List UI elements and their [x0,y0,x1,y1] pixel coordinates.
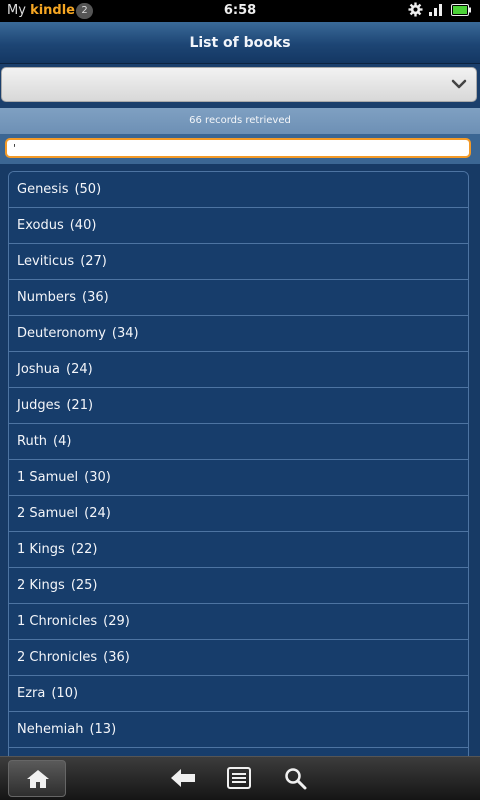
chapter-count: (10) [51,686,79,701]
chevron-down-icon [451,79,467,89]
book-name: 2 Kings [17,578,65,593]
battery-icon [451,4,471,16]
book-name: Leviticus [17,254,75,269]
book-list-item[interactable]: Ezra (10) [9,676,468,712]
book-list-item[interactable]: 1 Samuel (30) [9,460,468,496]
book-list-item[interactable]: 1 Chronicles (29) [9,604,468,640]
book-list-item[interactable]: Genesis (50) [9,172,468,208]
book-name: Genesis [17,182,69,197]
book-list-item[interactable]: Leviticus (27) [9,244,468,280]
chapter-count: (27) [80,254,107,269]
search-icon[interactable] [283,766,307,790]
chapter-count: (21) [66,398,94,413]
chapter-count: (24) [66,362,93,377]
book-list-area: Genesis (50) Exodus (40) Leviticus (27) Number… [0,164,480,756]
book-list: Genesis (50) Exodus (40) Leviticus (27) Number… [8,171,469,756]
bottom-nav [0,756,480,800]
chapter-count: (25) [70,578,98,593]
page-title: List of books [189,35,291,51]
chapter-count: (29) [103,614,130,629]
search-bar [0,134,480,164]
gear-icon[interactable] [408,2,423,17]
chapter-count: (50) [74,182,102,197]
home-button[interactable] [8,760,66,797]
chapter-count: (34) [111,326,139,341]
book-name: 1 Kings [17,542,65,557]
book-list-item[interactable]: 2 Kings (25) [9,568,468,604]
book-list-item[interactable]: 1 Kings (22) [9,532,468,568]
testament-dropdown[interactable] [1,67,477,102]
chapter-count: (13) [89,722,117,737]
book-list-item[interactable]: 2 Chronicles (36) [9,640,468,676]
status-bar: My kindle 2 6:58 [0,0,480,22]
chapter-count: (40) [69,218,97,233]
book-name: Ezra [17,686,46,701]
book-list-item[interactable]: Exodus (40) [9,208,468,244]
back-arrow-icon[interactable] [170,767,196,789]
book-name: Joshua [17,362,61,377]
wifi-signal-icon [429,4,442,16]
book-list-item[interactable]: 2 Samuel (24) [9,496,468,532]
book-name: Deuteronomy [17,326,106,341]
chapter-count: (24) [84,506,111,521]
book-name: 2 Chronicles [17,650,98,665]
chapter-count: (22) [70,542,98,557]
chapter-count: (36) [82,290,109,305]
book-list-item[interactable]: Numbers (36) [9,280,468,316]
book-list-item[interactable]: Deuteronomy (34) [9,316,468,352]
book-list-item[interactable]: Judges (21) [9,388,468,424]
records-bar: 66 records retrieved [0,108,480,134]
book-name: Ruth [17,434,48,449]
book-name: Exodus [17,218,64,233]
book-list-item[interactable]: Esther(10) [9,748,468,756]
book-name: Nehemiah [17,722,84,737]
chapter-count: (4) [53,434,72,449]
book-name: Numbers [17,290,76,305]
home-icon [27,770,49,788]
book-name: 1 Chronicles [17,614,98,629]
chapter-count: (36) [103,650,130,665]
book-list-item[interactable]: Joshua (24) [9,352,468,388]
app-header: List of books [0,22,480,64]
book-name: 2 Samuel [17,506,79,521]
book-name: 1 Samuel [17,470,79,485]
book-name: Judges [17,398,61,413]
chapter-count: (30) [84,470,111,485]
book-list-item[interactable]: Nehemiah (13) [9,712,468,748]
dropdown-bar [0,64,480,108]
book-list-item[interactable]: Ruth (4) [9,424,468,460]
search-input[interactable] [5,138,471,158]
records-count: 66 records retrieved [189,115,291,126]
menu-icon[interactable] [227,767,251,789]
